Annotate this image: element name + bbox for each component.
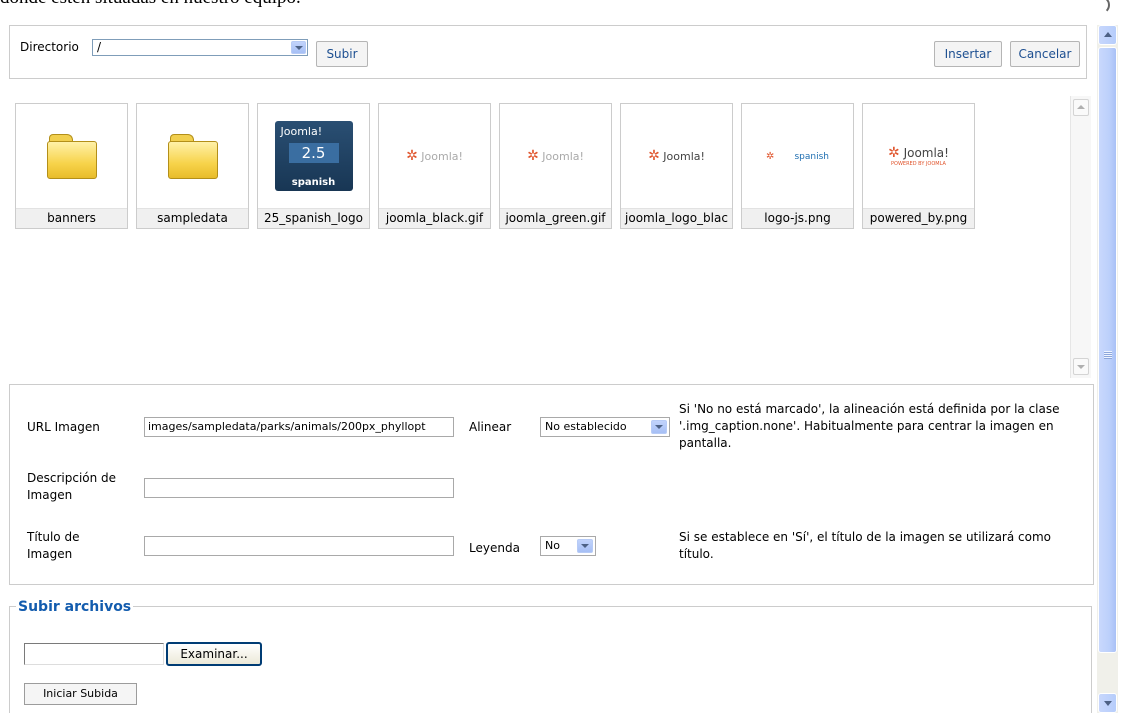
folder-icon [46,134,97,179]
item-label: logo-js.png [742,208,853,228]
logo-js-thumbnail: ✲ spanish [766,150,829,162]
cancel-button[interactable]: Cancelar [1010,41,1080,67]
cursor-mark-icon [1092,0,1110,14]
directory-label: Directorio [20,40,79,54]
chevron-down-icon[interactable] [577,539,593,553]
scroll-down-icon[interactable] [1073,358,1089,375]
item-label: joomla_green.gif [500,208,611,228]
joomla-logo-thumbnail: ✲ Joomla! [406,148,463,164]
image-item-logo-js[interactable]: ✲ spanish logo-js.png [741,103,854,229]
page-intro-text: donde estén situadas en nuestro equipo. [0,0,1090,8]
caption-select[interactable]: No [540,536,596,556]
title-input[interactable] [144,536,454,556]
item-label: powered_by.png [863,208,974,228]
browse-button[interactable]: Examinar... [166,642,262,666]
item-label: joomla_black.gif [379,208,490,228]
scroll-down-icon[interactable] [1098,693,1117,713]
joomla-25-logo-thumbnail: Joomla! 2.5 spanish [274,121,353,191]
joomla-logo-thumbnail: ✲ Joomla! [648,148,705,164]
directory-toolbar: Directorio / Subir Insertar Cancelar [9,25,1087,79]
caption-select-value: No [545,539,560,552]
folder-icon [167,134,218,179]
image-item-powered-by[interactable]: ✲ Joomla! POWERED BY JOOMLA powered_by.p… [862,103,975,229]
folder-item-sampledata[interactable]: sampledata [136,103,249,229]
item-label: sampledata [137,208,248,228]
folder-item-banners[interactable]: banners [15,103,128,229]
upload-legend: Subir archivos [16,598,134,616]
caption-label: Leyenda [469,541,520,555]
url-input[interactable]: images/sampledata/parks/animals/200px_ph… [144,417,454,437]
chevron-down-icon[interactable] [291,41,306,54]
description-label: Descripción de Imagen [27,471,117,502]
start-upload-button[interactable]: Iniciar Subida [24,683,137,705]
image-item-joomla-black[interactable]: ✲ Joomla! joomla_black.gif [378,103,491,229]
item-label: banners [16,208,127,228]
image-details-panel: URL Imagen images/sampledata/parks/anima… [9,384,1094,585]
align-note: Si 'No no está marcado', la alineación e… [679,402,1060,450]
grip-icon [1104,351,1112,359]
joomla-logo-thumbnail: ✲ Joomla! [527,148,584,164]
up-directory-button[interactable]: Subir [316,41,368,67]
image-item-25-spanish-logo[interactable]: Joomla! 2.5 spanish 25_spanish_logo [257,103,370,229]
caption-note: Si se establece en 'Sí', el título de la… [679,530,1051,561]
directory-select-value: / [97,40,102,54]
page-scrollbar[interactable] [1097,25,1118,713]
chevron-down-icon[interactable] [651,420,667,434]
browser-scrollbar[interactable] [1070,96,1091,378]
image-item-joomla-green[interactable]: ✲ Joomla! joomla_green.gif [499,103,612,229]
powered-by-joomla-thumbnail: ✲ Joomla! POWERED BY JOOMLA [888,145,949,167]
scroll-up-icon[interactable] [1073,99,1089,116]
align-label: Alinear [469,420,512,434]
image-browser: banners sampledata Joomla! 2.5 spanish 2… [9,96,1095,378]
title-label: Título de Imagen [27,530,80,561]
item-label: joomla_logo_blac [621,208,732,228]
align-select-value: No establecido [545,420,627,433]
description-input[interactable] [144,478,454,498]
directory-select[interactable]: / [92,39,308,56]
file-path-input[interactable] [24,643,164,665]
scrollbar-thumb[interactable] [1098,47,1117,653]
insert-button[interactable]: Insertar [934,41,1002,67]
scroll-up-icon[interactable] [1098,25,1117,45]
item-label: 25_spanish_logo [258,208,369,228]
align-select[interactable]: No establecido [540,417,670,437]
url-label: URL Imagen [27,420,100,434]
image-item-joomla-logo-black[interactable]: ✲ Joomla! joomla_logo_blac [620,103,733,229]
